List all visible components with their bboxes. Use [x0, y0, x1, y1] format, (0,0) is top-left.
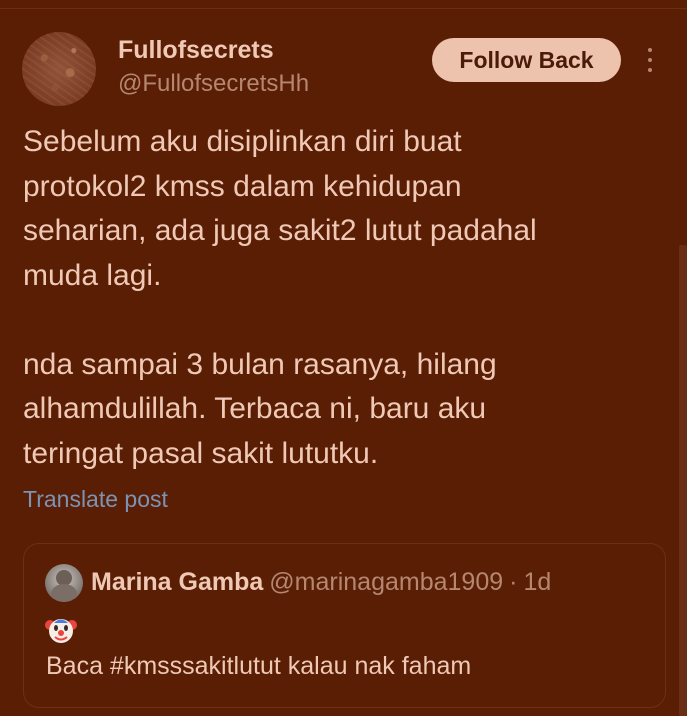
quoted-author-name: Marina Gamba — [91, 568, 264, 596]
author-avatar[interactable] — [22, 32, 96, 106]
more-dot — [648, 48, 652, 52]
post-text: Sebelum aku disiplinkan diri buat protok… — [23, 125, 537, 470]
top-divider — [0, 8, 687, 9]
follow-back-button[interactable]: Follow Back — [432, 38, 621, 82]
quoted-author-handle: @marinagamba1909 — [269, 568, 504, 596]
quoted-post-text: Baca #kmsssakitlutut kalau nak faham — [46, 652, 472, 680]
author-display-name[interactable]: Fullofsecrets — [118, 36, 274, 65]
translate-post-link[interactable]: Translate post — [23, 486, 168, 513]
scrollbar[interactable] — [679, 245, 687, 716]
more-dot — [648, 68, 652, 72]
more-vertical-icon[interactable] — [640, 46, 660, 74]
clown-face-icon — [45, 619, 77, 643]
quoted-separator: · — [509, 568, 518, 596]
quoted-post-header: Marina Gamba @marinagamba1909 · 1d — [91, 568, 551, 597]
quoted-post-card[interactable]: Marina Gamba @marinagamba1909 · 1d Baca #km… — [23, 543, 666, 708]
more-dot — [648, 58, 652, 62]
quoted-post-time: 1d — [523, 568, 552, 596]
quoted-author-avatar — [45, 564, 83, 602]
author-handle[interactable]: @FullofsecretsHh — [118, 70, 309, 98]
